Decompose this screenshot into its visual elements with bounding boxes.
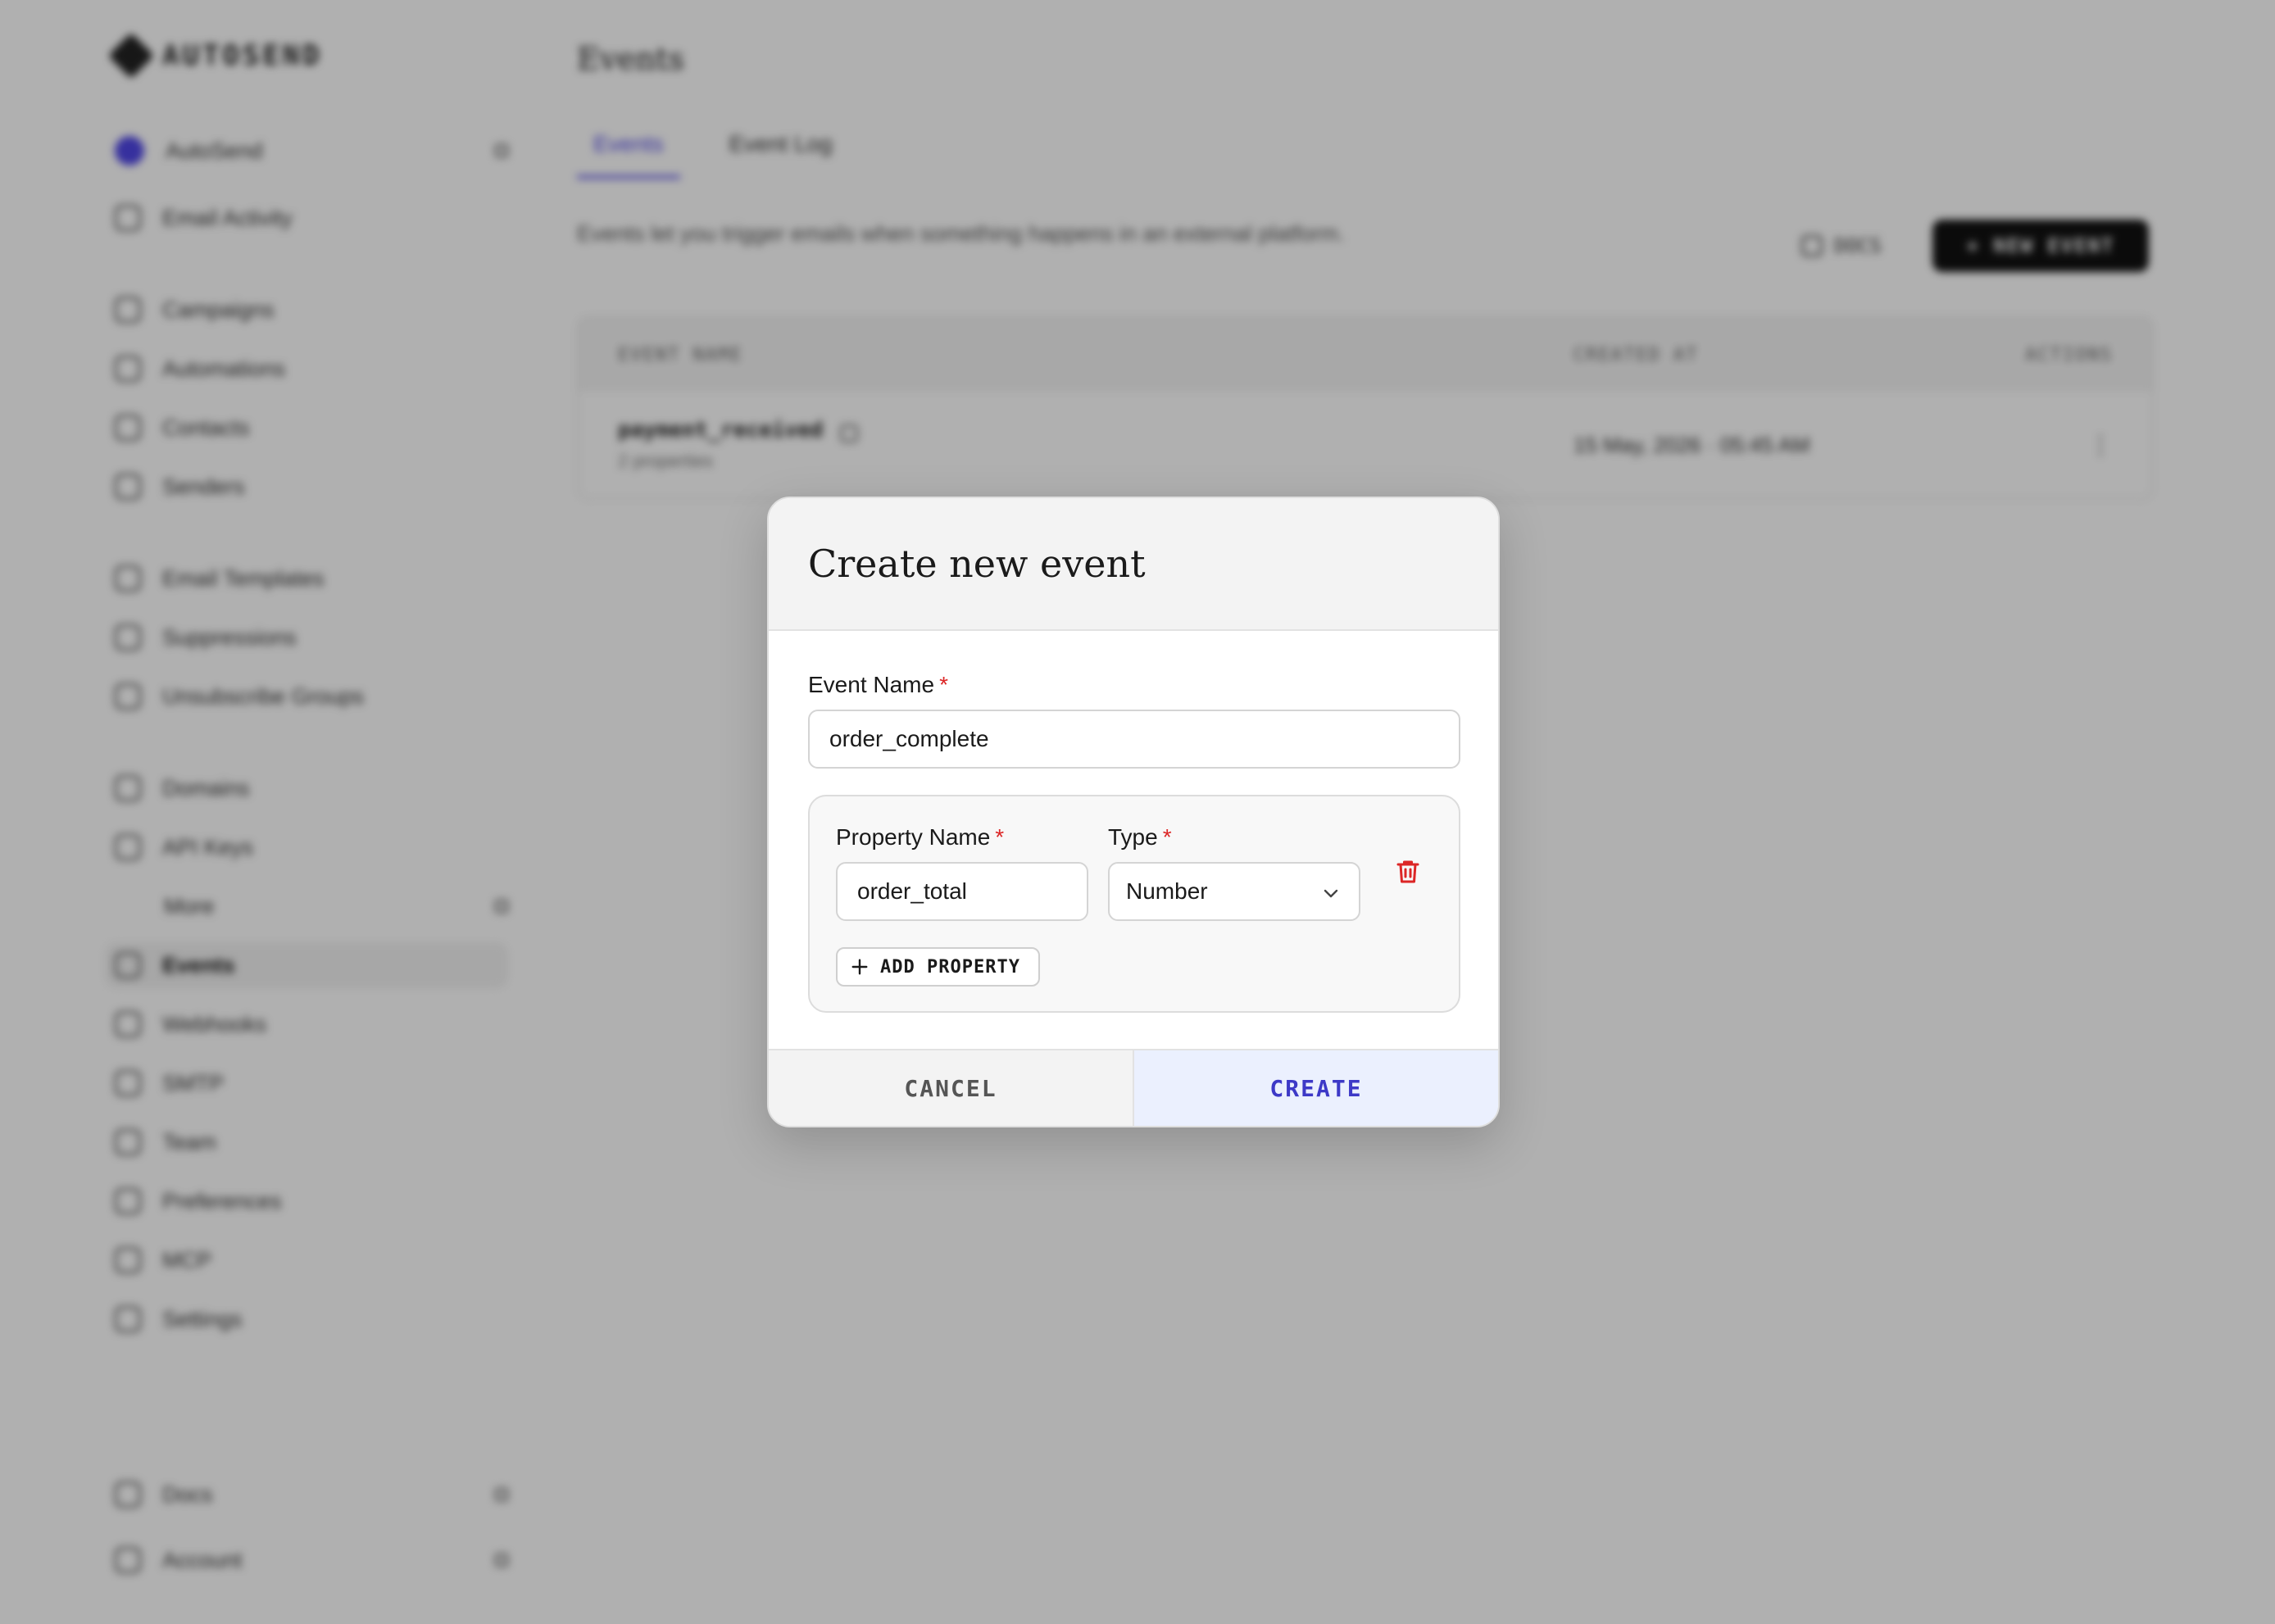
plus-icon bbox=[851, 959, 868, 975]
trash-icon[interactable] bbox=[1393, 857, 1423, 887]
type-select[interactable]: Number bbox=[1108, 862, 1360, 921]
event-name-value: order_complete bbox=[829, 726, 989, 751]
required-mark: * bbox=[995, 824, 1005, 850]
type-label-text: Type bbox=[1108, 824, 1158, 850]
type-select-value: Number bbox=[1126, 878, 1208, 904]
chevron-down-icon bbox=[1324, 889, 1338, 898]
property-name-label: Property Name * bbox=[836, 824, 1004, 851]
add-property-label: ADD PROPERTY bbox=[880, 956, 1020, 978]
create-button[interactable]: CREATE bbox=[1134, 1050, 1498, 1126]
property-name-value: order_total bbox=[857, 878, 967, 904]
property-name-input[interactable]: order_total bbox=[836, 862, 1088, 921]
event-name-label-text: Event Name bbox=[808, 672, 935, 697]
dialog-title: Create new event bbox=[808, 542, 1146, 586]
create-event-dialog: Create new event Event Name * order_compl… bbox=[767, 497, 1500, 1127]
add-property-button[interactable]: ADD PROPERTY bbox=[836, 947, 1040, 987]
required-mark: * bbox=[1162, 824, 1172, 850]
dialog-header: Create new event bbox=[769, 498, 1498, 631]
event-name-label: Event Name * bbox=[808, 672, 948, 698]
type-label: Type * bbox=[1108, 824, 1172, 851]
required-mark: * bbox=[939, 672, 948, 697]
dialog-footer: CANCEL CREATE bbox=[769, 1049, 1498, 1126]
property-name-label-text: Property Name bbox=[836, 824, 991, 850]
event-name-input[interactable]: order_complete bbox=[808, 710, 1460, 769]
cancel-button[interactable]: CANCEL bbox=[769, 1050, 1134, 1126]
